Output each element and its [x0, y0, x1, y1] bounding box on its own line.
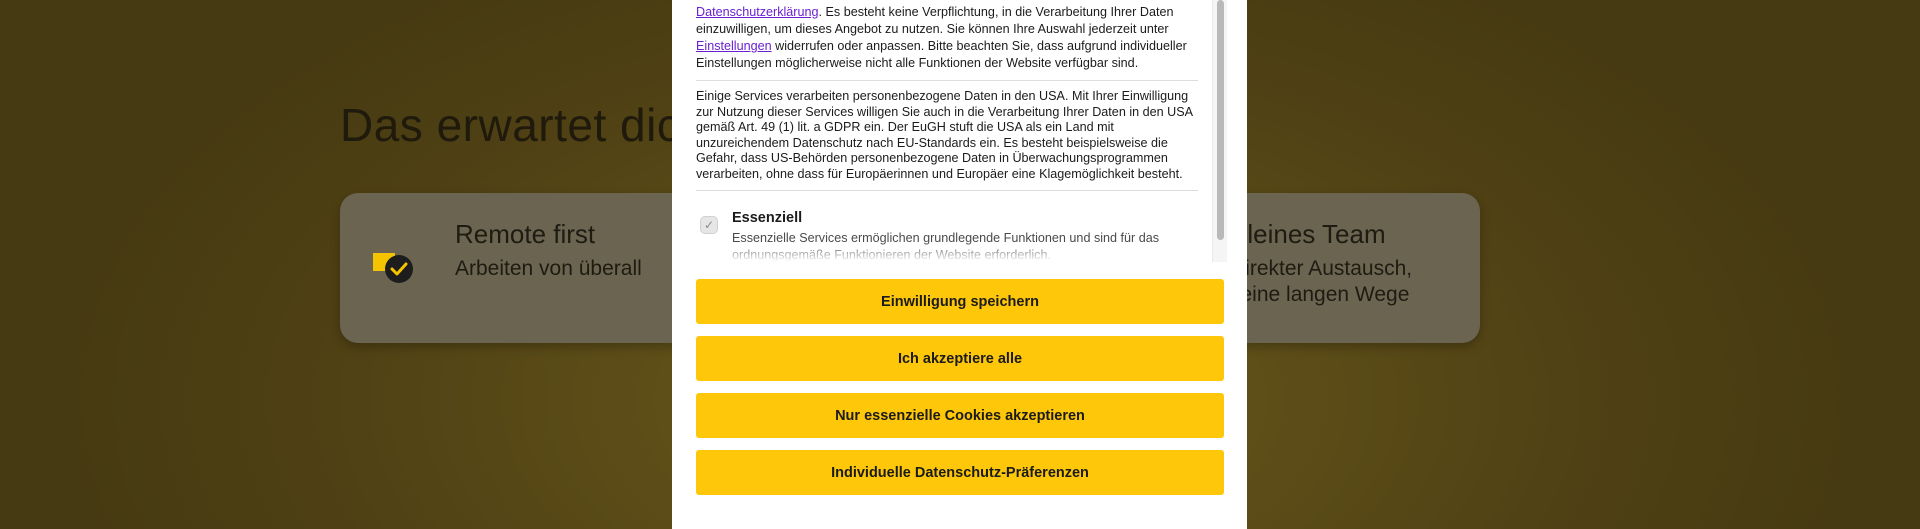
consent-group-title: Essenziell: [732, 210, 803, 226]
accept-all-button[interactable]: Ich akzeptiere alle: [696, 336, 1224, 381]
accept-essential-button[interactable]: Nur essenzielle Cookies akzeptieren: [696, 393, 1224, 438]
feature-subtitle: Arbeiten von überall: [455, 257, 642, 280]
consent-intro-paragraph: Datenschutzerklärung. Es besteht keine V…: [696, 4, 1198, 81]
save-consent-button[interactable]: Einwilligung speichern: [696, 279, 1224, 324]
settings-link[interactable]: Einstellungen: [696, 39, 772, 53]
scrollbar-thumb[interactable]: [1217, 0, 1224, 240]
cookie-consent-dialog: Datenschutzerklärung. Es besteht keine V…: [672, 0, 1247, 529]
privacy-preferences-button[interactable]: Individuelle Datenschutz-Präferenzen: [696, 450, 1224, 495]
feature-subtitle-line2: keine langen Wege: [1230, 283, 1410, 306]
feature-subtitle-line1: Direkter Austausch,: [1230, 257, 1413, 280]
essential-checkbox[interactable]: ✓: [700, 216, 718, 234]
feature-title: Kleines Team: [1230, 219, 1386, 249]
us-data-transfer-notice: Einige Services verarbeiten personenbezo…: [696, 89, 1198, 191]
scroll-fade: [696, 242, 1198, 262]
checkmark-badge-icon: [373, 253, 413, 283]
feature-title: Remote first: [455, 219, 596, 249]
feature-remote-first: Remote first Arbeiten von überall: [455, 219, 642, 282]
feature-small-team: Kleines Team Direkter Austausch, keine l…: [1230, 219, 1412, 308]
consent-scrollbar[interactable]: [1212, 0, 1227, 262]
privacy-policy-link[interactable]: Datenschutzerklärung: [696, 5, 819, 19]
consent-scroll-area[interactable]: Datenschutzerklärung. Es besteht keine V…: [696, 0, 1198, 262]
section-headline: Das erwartet dich: [340, 99, 707, 151]
